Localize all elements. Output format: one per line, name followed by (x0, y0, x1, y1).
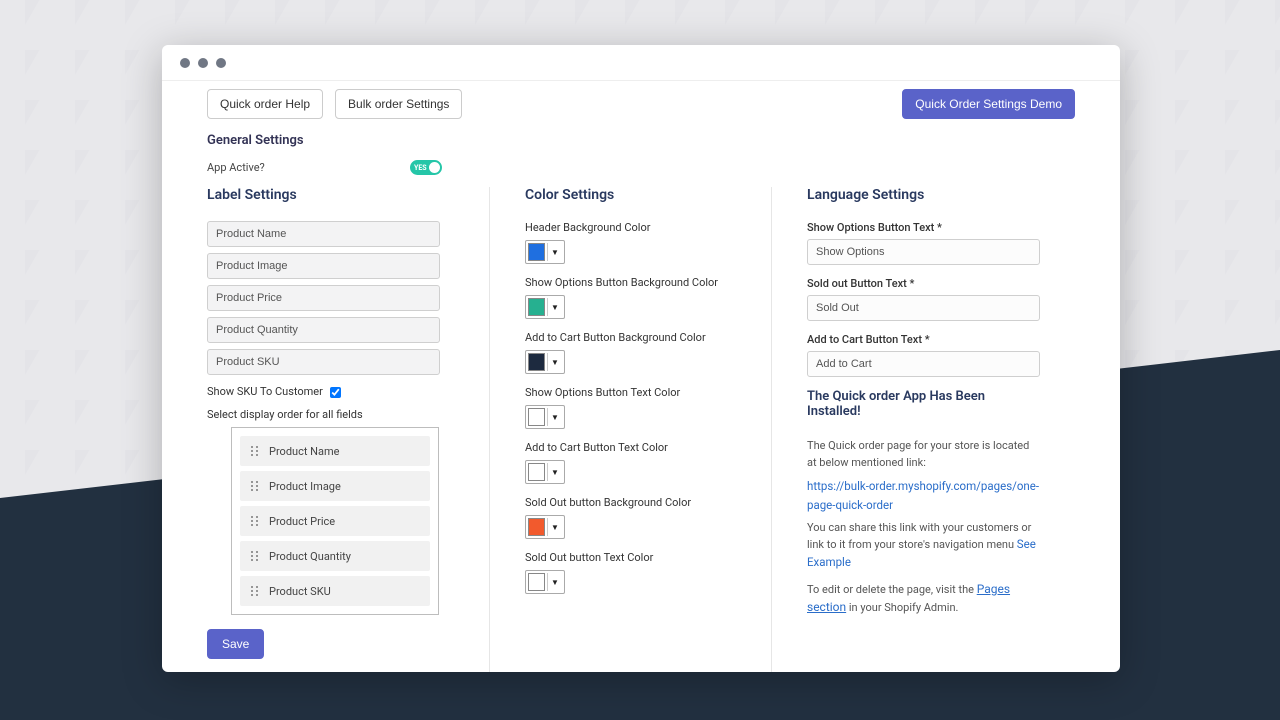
sortable-item[interactable]: Product SKU (240, 576, 430, 606)
show-sku-label: Show SKU To Customer (207, 385, 323, 398)
chevron-down-icon: ▼ (547, 573, 562, 591)
chevron-down-icon: ▼ (547, 463, 562, 481)
window-dot (180, 58, 190, 68)
sortable-item[interactable]: Product Price (240, 506, 430, 536)
label-product-price-input[interactable] (207, 285, 440, 311)
bulk-order-settings-button[interactable]: Bulk order Settings (335, 89, 462, 119)
window-dot (216, 58, 226, 68)
color-label: Show Options Button Text Color (525, 386, 736, 399)
sortable-item-label: Product Name (269, 445, 340, 458)
show-options-text-input[interactable] (807, 239, 1040, 265)
add-to-cart-text-input[interactable] (807, 351, 1040, 377)
info-span: You can share this link with your custom… (807, 521, 1031, 551)
color-swatch (528, 573, 545, 591)
lang-label: Sold out Button Text * (807, 277, 1040, 290)
color-settings-title: Color Settings (525, 187, 736, 203)
color-label: Header Background Color (525, 221, 736, 234)
drag-handle-icon[interactable] (250, 445, 259, 457)
sortable-item-label: Product SKU (269, 585, 331, 598)
sortable-item[interactable]: Product Name (240, 436, 430, 466)
language-settings-title: Language Settings (807, 187, 1040, 203)
window-titlebar (162, 45, 1120, 81)
chevron-down-icon: ▼ (547, 298, 562, 316)
sortable-item-label: Product Quantity (269, 550, 351, 563)
label-product-image-input[interactable] (207, 253, 440, 279)
label-product-name-input[interactable] (207, 221, 440, 247)
app-active-label: App Active? (207, 161, 265, 174)
color-swatch (528, 463, 545, 481)
label-product-sku-input[interactable] (207, 349, 440, 375)
quick-order-demo-button[interactable]: Quick Order Settings Demo (902, 89, 1075, 119)
app-window: Quick order Help Bulk order Settings Qui… (162, 45, 1120, 672)
general-settings-heading: General Settings (207, 133, 1075, 148)
save-button[interactable]: Save (207, 629, 264, 659)
app-active-row: App Active? YES (207, 160, 442, 175)
color-label: Sold Out button Background Color (525, 496, 736, 509)
show-options-bg-color-picker[interactable]: ▼ (525, 295, 565, 319)
color-swatch (528, 298, 545, 316)
label-settings-column: Label Settings Show SKU To Customer Sele… (207, 187, 489, 672)
sold-out-bg-color-picker[interactable]: ▼ (525, 515, 565, 539)
add-to-cart-bg-color-picker[interactable]: ▼ (525, 350, 565, 374)
sold-out-text-input[interactable] (807, 295, 1040, 321)
chevron-down-icon: ▼ (547, 243, 562, 261)
sortable-list: Product Name Product Image Product Price… (231, 427, 439, 615)
color-swatch (528, 408, 545, 426)
info-text: You can share this link with your custom… (807, 519, 1040, 572)
chevron-down-icon: ▼ (547, 408, 562, 426)
drag-handle-icon[interactable] (250, 585, 259, 597)
quick-order-page-link[interactable]: https://bulk-order.myshopify.com/pages/o… (807, 479, 1039, 512)
display-order-label: Select display order for all fields (207, 408, 454, 421)
sortable-item[interactable]: Product Image (240, 471, 430, 501)
sortable-item[interactable]: Product Quantity (240, 541, 430, 571)
chevron-down-icon: ▼ (547, 353, 562, 371)
quick-order-help-button[interactable]: Quick order Help (207, 89, 323, 119)
installed-title: The Quick order App Has Been Installed! (807, 389, 1040, 419)
drag-handle-icon[interactable] (250, 480, 259, 492)
app-active-toggle[interactable]: YES (410, 160, 442, 175)
sortable-item-label: Product Price (269, 515, 335, 528)
header-bg-color-picker[interactable]: ▼ (525, 240, 565, 264)
top-toolbar: Quick order Help Bulk order Settings Qui… (162, 81, 1120, 127)
chevron-down-icon: ▼ (547, 518, 562, 536)
color-label: Show Options Button Background Color (525, 276, 736, 289)
info-span: in your Shopify Admin. (846, 601, 958, 614)
color-settings-column: Color Settings Header Background Color ▼… (489, 187, 771, 672)
label-product-quantity-input[interactable] (207, 317, 440, 343)
add-to-cart-text-color-picker[interactable]: ▼ (525, 460, 565, 484)
drag-handle-icon[interactable] (250, 550, 259, 562)
content-area: General Settings App Active? YES Label S… (162, 127, 1120, 672)
show-options-text-color-picker[interactable]: ▼ (525, 405, 565, 429)
color-label: Add to Cart Button Background Color (525, 331, 736, 344)
label-settings-title: Label Settings (207, 187, 454, 203)
show-sku-row: Show SKU To Customer (207, 385, 454, 398)
color-label: Add to Cart Button Text Color (525, 441, 736, 454)
drag-handle-icon[interactable] (250, 515, 259, 527)
lang-label: Show Options Button Text * (807, 221, 1040, 234)
info-span: To edit or delete the page, visit the (807, 583, 977, 596)
info-text: The Quick order page for your store is l… (807, 437, 1040, 471)
color-label: Sold Out button Text Color (525, 551, 736, 564)
show-sku-checkbox[interactable] (330, 387, 341, 398)
sold-out-text-color-picker[interactable]: ▼ (525, 570, 565, 594)
lang-label: Add to Cart Button Text * (807, 333, 1040, 346)
sortable-item-label: Product Image (269, 480, 341, 493)
color-swatch (528, 243, 545, 261)
window-dot (198, 58, 208, 68)
color-swatch (528, 353, 545, 371)
info-text: To edit or delete the page, visit the Pa… (807, 580, 1040, 617)
language-settings-column: Language Settings Show Options Button Te… (771, 187, 1075, 672)
color-swatch (528, 518, 545, 536)
